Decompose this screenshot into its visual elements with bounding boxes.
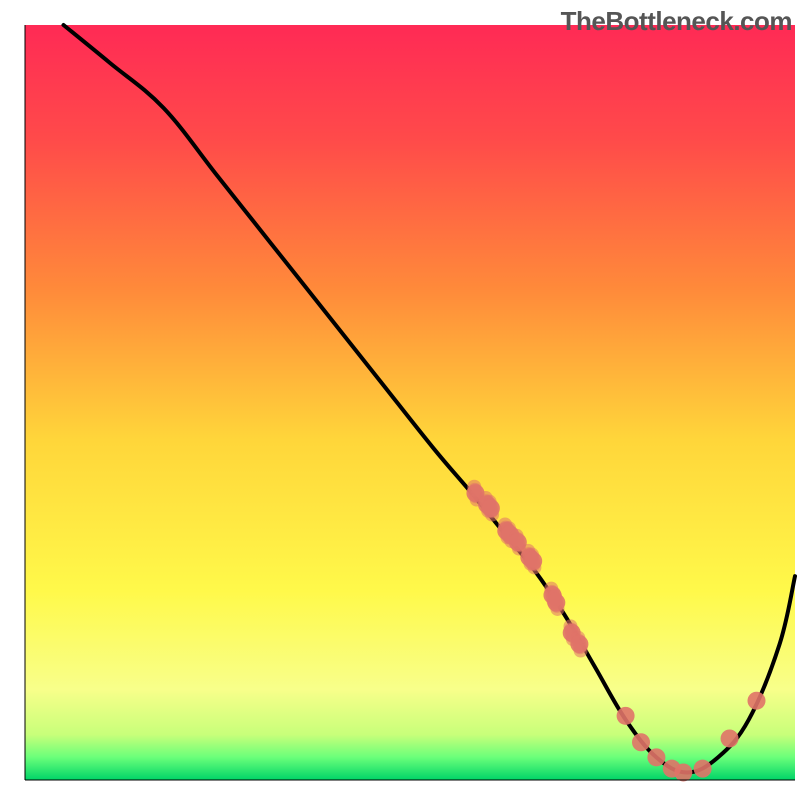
data-marker: [570, 635, 588, 653]
bottleneck-chart: [0, 0, 800, 800]
watermark-text: TheBottleneck.com: [561, 6, 792, 37]
data-marker: [674, 763, 692, 781]
data-marker: [524, 552, 542, 570]
data-marker: [617, 707, 635, 725]
plot-background: [25, 25, 795, 780]
data-marker: [647, 748, 665, 766]
data-marker: [482, 499, 500, 517]
data-marker: [748, 692, 766, 710]
chart-container: TheBottleneck.com: [0, 0, 800, 800]
data-marker: [721, 729, 739, 747]
data-marker: [547, 594, 565, 612]
data-marker: [694, 760, 712, 778]
data-marker: [632, 733, 650, 751]
